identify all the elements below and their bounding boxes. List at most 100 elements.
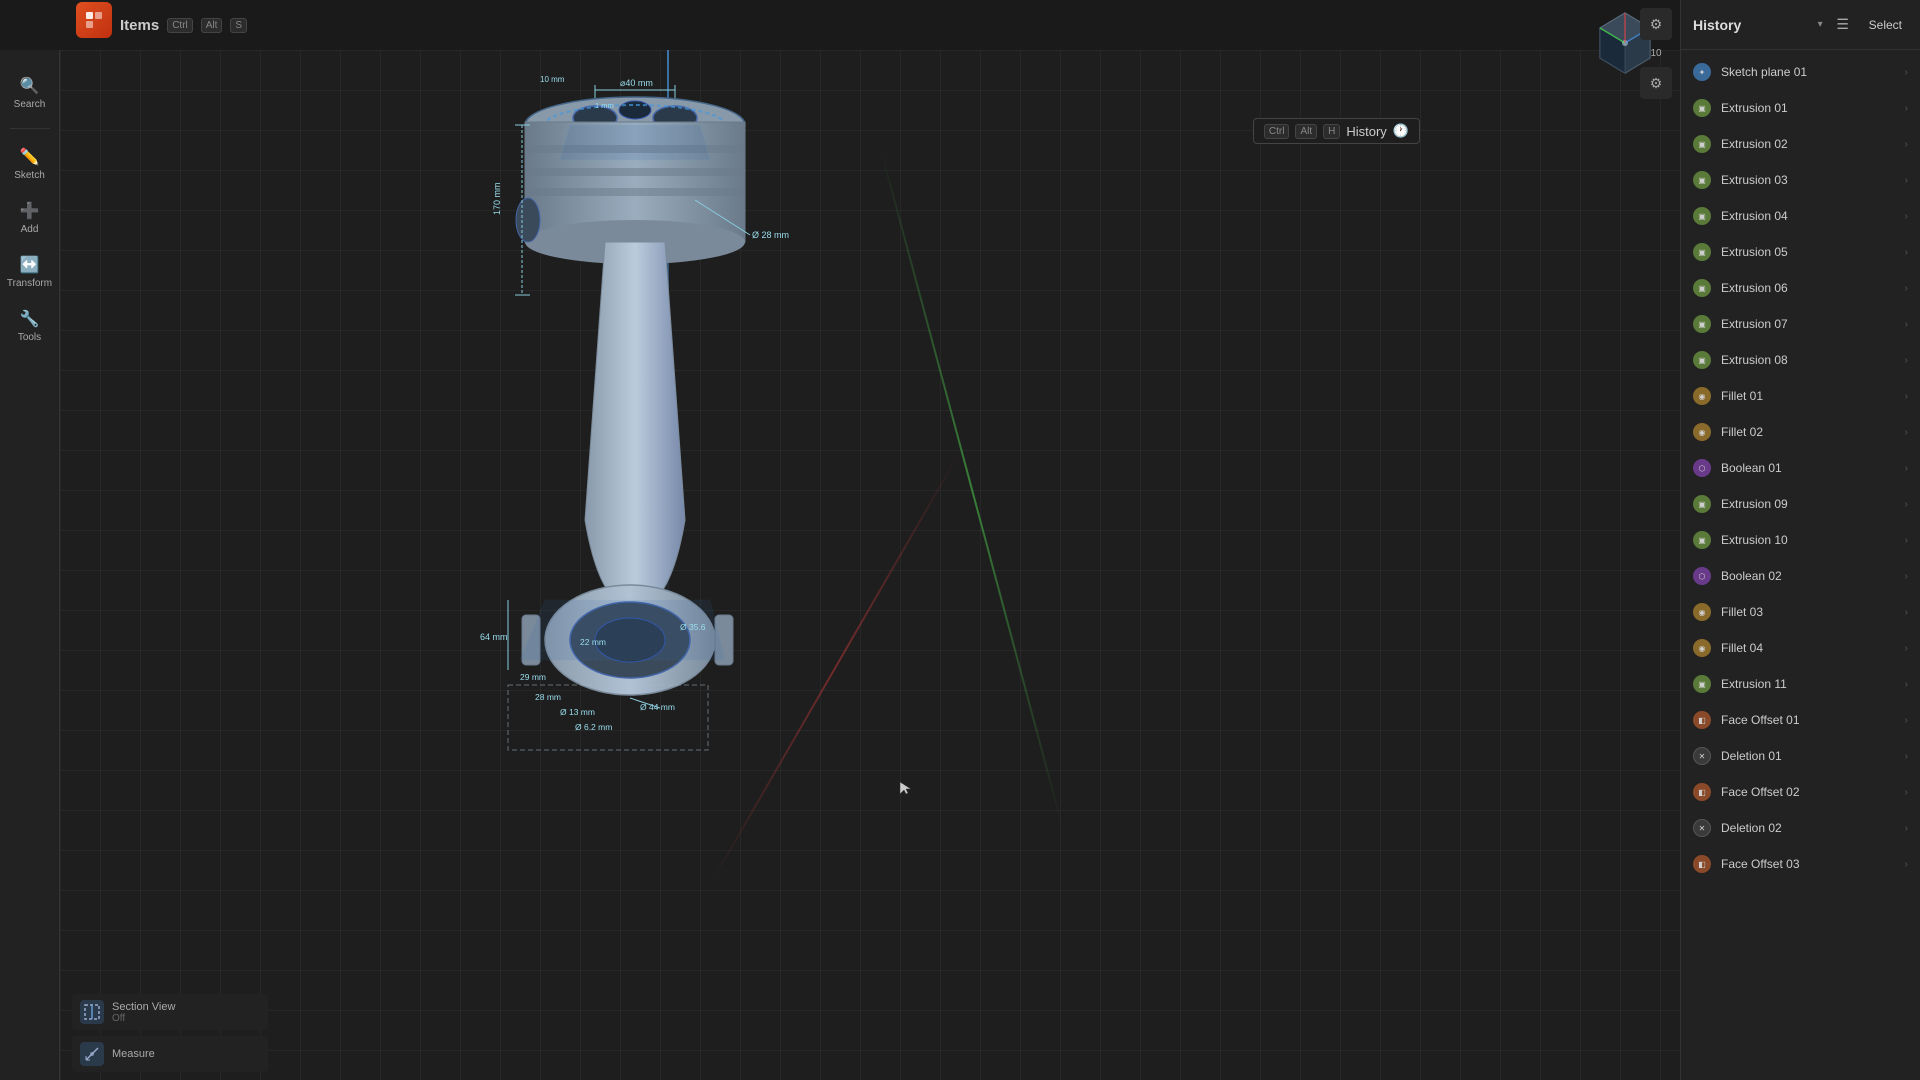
zoom-label: 10: [1650, 48, 1661, 59]
clock-icon: 🕐: [1393, 123, 1409, 139]
svg-text:22 mm: 22 mm: [580, 637, 606, 647]
history-item-arrow-face-offset-01: ›: [1905, 715, 1908, 726]
history-dropdown-icon[interactable]: ▾: [1818, 19, 1823, 30]
history-item-arrow-extrusion-11: ›: [1905, 679, 1908, 690]
search-tool[interactable]: 🔍 Search: [4, 70, 55, 116]
history-item-icon-extrusion-11: ▣: [1693, 675, 1711, 693]
history-item-icon-extrusion-05: ▣: [1693, 243, 1711, 261]
items-label[interactable]: Items: [120, 17, 159, 34]
hint-h: H: [1323, 124, 1340, 139]
history-item-icon-fillet-01: ◉: [1693, 387, 1711, 405]
history-item-extrusion-07[interactable]: ▣Extrusion 07›: [1681, 306, 1920, 342]
history-item-deletion-01[interactable]: ✕Deletion 01›: [1681, 738, 1920, 774]
sketch-tool[interactable]: ✏️ Sketch: [4, 141, 55, 187]
history-panel-header: History ▾ ☰ Select: [1681, 0, 1920, 50]
history-item-extrusion-02[interactable]: ▣Extrusion 02›: [1681, 126, 1920, 162]
history-item-name-face-offset-03: Face Offset 03: [1721, 857, 1895, 871]
history-item-icon-deletion-01: ✕: [1693, 747, 1711, 765]
left-tools-sidebar: 🔍 Search ✏️ Sketch ➕ Add ↔️ Transform 🔧 …: [0, 50, 60, 1080]
history-item-arrow-fillet-03: ›: [1905, 607, 1908, 618]
history-item-arrow-extrusion-07: ›: [1905, 319, 1908, 330]
history-item-extrusion-10[interactable]: ▣Extrusion 10›: [1681, 522, 1920, 558]
history-item-icon-extrusion-01: ▣: [1693, 99, 1711, 117]
svg-text:29 mm: 29 mm: [520, 672, 546, 682]
svg-text:Ø 28 mm: Ø 28 mm: [752, 230, 789, 240]
history-item-fillet-01[interactable]: ◉Fillet 01›: [1681, 378, 1920, 414]
history-item-extrusion-01[interactable]: ▣Extrusion 01›: [1681, 90, 1920, 126]
history-item-deletion-02[interactable]: ✕Deletion 02›: [1681, 810, 1920, 846]
history-item-extrusion-11[interactable]: ▣ Extrusion 11 ›: [1681, 666, 1920, 702]
history-item-name-extrusion-09: Extrusion 09: [1721, 497, 1895, 511]
history-item-extrusion-09[interactable]: ▣Extrusion 09›: [1681, 486, 1920, 522]
transform-icon: ↔️: [20, 255, 40, 275]
tools-icon: 🔧: [20, 309, 40, 329]
divider-1: [10, 128, 50, 129]
history-item-name-fillet-03: Fillet 03: [1721, 605, 1895, 619]
section-view-label: Section View: [112, 1001, 175, 1013]
history-filter-icon[interactable]: ☰: [1831, 13, 1855, 37]
history-item-fillet-02[interactable]: ◉Fillet 02›: [1681, 414, 1920, 450]
history-item-extrusion-04[interactable]: ▣Extrusion 04›: [1681, 198, 1920, 234]
history-item-icon-extrusion-04: ▣: [1693, 207, 1711, 225]
history-item-fillet-04[interactable]: ◉Fillet 04›: [1681, 630, 1920, 666]
history-item-boolean-01[interactable]: ⬡Boolean 01›: [1681, 450, 1920, 486]
main-viewport[interactable]: 170 mm ⌀40 mm Ø 28 mm 10 mm 1 mm Ø 44: [60, 50, 1680, 1080]
history-item-icon-extrusion-06: ▣: [1693, 279, 1711, 297]
section-view-text: Section View Off: [112, 1001, 175, 1024]
history-item-face-offset-02[interactable]: ◧Face Offset 02›: [1681, 774, 1920, 810]
history-item-extrusion-08[interactable]: ▣Extrusion 08›: [1681, 342, 1920, 378]
svg-text:64 mm: 64 mm: [480, 632, 508, 642]
tools-label: Tools: [18, 332, 41, 343]
history-item-icon-extrusion-03: ▣: [1693, 171, 1711, 189]
measure-item[interactable]: Measure: [72, 1036, 268, 1072]
history-item-arrow-extrusion-02: ›: [1905, 139, 1908, 150]
history-item-arrow-extrusion-04: ›: [1905, 211, 1908, 222]
history-item-arrow-deletion-02: ›: [1905, 823, 1908, 834]
history-item-fillet-03[interactable]: ◉Fillet 03›: [1681, 594, 1920, 630]
history-item-face-offset-01[interactable]: ◧Face Offset 01›: [1681, 702, 1920, 738]
history-item-name-sketch-plane-01: Sketch plane 01: [1721, 65, 1895, 79]
history-item-icon-boolean-01: ⬡: [1693, 459, 1711, 477]
measure-icon: [80, 1042, 104, 1066]
history-item-arrow-fillet-04: ›: [1905, 643, 1908, 654]
history-item-arrow-extrusion-08: ›: [1905, 355, 1908, 366]
history-item-icon-face-offset-02: ◧: [1693, 783, 1711, 801]
add-tool[interactable]: ➕ Add: [4, 195, 55, 241]
section-view-item[interactable]: Section View Off: [72, 994, 268, 1030]
history-item-extrusion-05[interactable]: ▣Extrusion 05›: [1681, 234, 1920, 270]
history-item-icon-sketch-plane-01: ✦: [1693, 63, 1711, 81]
history-item-sketch-plane-01[interactable]: ✦Sketch plane 01›: [1681, 54, 1920, 90]
history-item-arrow-face-offset-03: ›: [1905, 859, 1908, 870]
history-item-arrow-extrusion-05: ›: [1905, 247, 1908, 258]
history-title: History: [1693, 17, 1810, 33]
transform-tool[interactable]: ↔️ Transform: [4, 249, 55, 295]
history-item-icon-face-offset-03: ◧: [1693, 855, 1711, 873]
tools-tool[interactable]: 🔧 Tools: [4, 303, 55, 349]
history-item-boolean-02[interactable]: ⬡Boolean 02›: [1681, 558, 1920, 594]
items-shortcut-ctrl: Ctrl: [167, 18, 193, 33]
svg-text:Ø 35.6: Ø 35.6: [680, 622, 706, 632]
svg-text:Ø 6.2 mm: Ø 6.2 mm: [575, 722, 612, 732]
history-item-name-extrusion-06: Extrusion 06: [1721, 281, 1895, 295]
app-logo: [76, 2, 112, 38]
history-select-button[interactable]: Select: [1863, 15, 1908, 35]
history-item-name-deletion-02: Deletion 02: [1721, 821, 1895, 835]
history-panel: History ▾ ☰ Select ✦Sketch plane 01›▣Ext…: [1680, 0, 1920, 1080]
svg-text:⌀40 mm: ⌀40 mm: [620, 78, 653, 88]
history-item-face-offset-03[interactable]: ◧ Face Offset 03 ›: [1681, 846, 1920, 882]
bottom-left-status: Section View Off Measure: [60, 980, 280, 1080]
history-item-name-boolean-01: Boolean 01: [1721, 461, 1895, 475]
history-item-name-extrusion-11: Extrusion 11: [1721, 677, 1895, 691]
history-item-icon-extrusion-08: ▣: [1693, 351, 1711, 369]
history-shortcut-hint: Ctrl Alt H History 🕐: [1253, 118, 1420, 144]
history-item-name-deletion-01: Deletion 01: [1721, 749, 1895, 763]
sketch-label: Sketch: [14, 170, 45, 181]
settings-icon-btn[interactable]: ⚙: [1640, 8, 1672, 40]
history-item-icon-fillet-02: ◉: [1693, 423, 1711, 441]
search-label: Search: [14, 99, 46, 110]
history-item-icon-face-offset-01: ◧: [1693, 711, 1711, 729]
svg-text:Ø 13 mm: Ø 13 mm: [560, 707, 595, 717]
history-item-extrusion-06[interactable]: ▣Extrusion 06›: [1681, 270, 1920, 306]
view-settings-icon-btn[interactable]: ⚙: [1640, 67, 1672, 99]
history-item-extrusion-03[interactable]: ▣Extrusion 03›: [1681, 162, 1920, 198]
